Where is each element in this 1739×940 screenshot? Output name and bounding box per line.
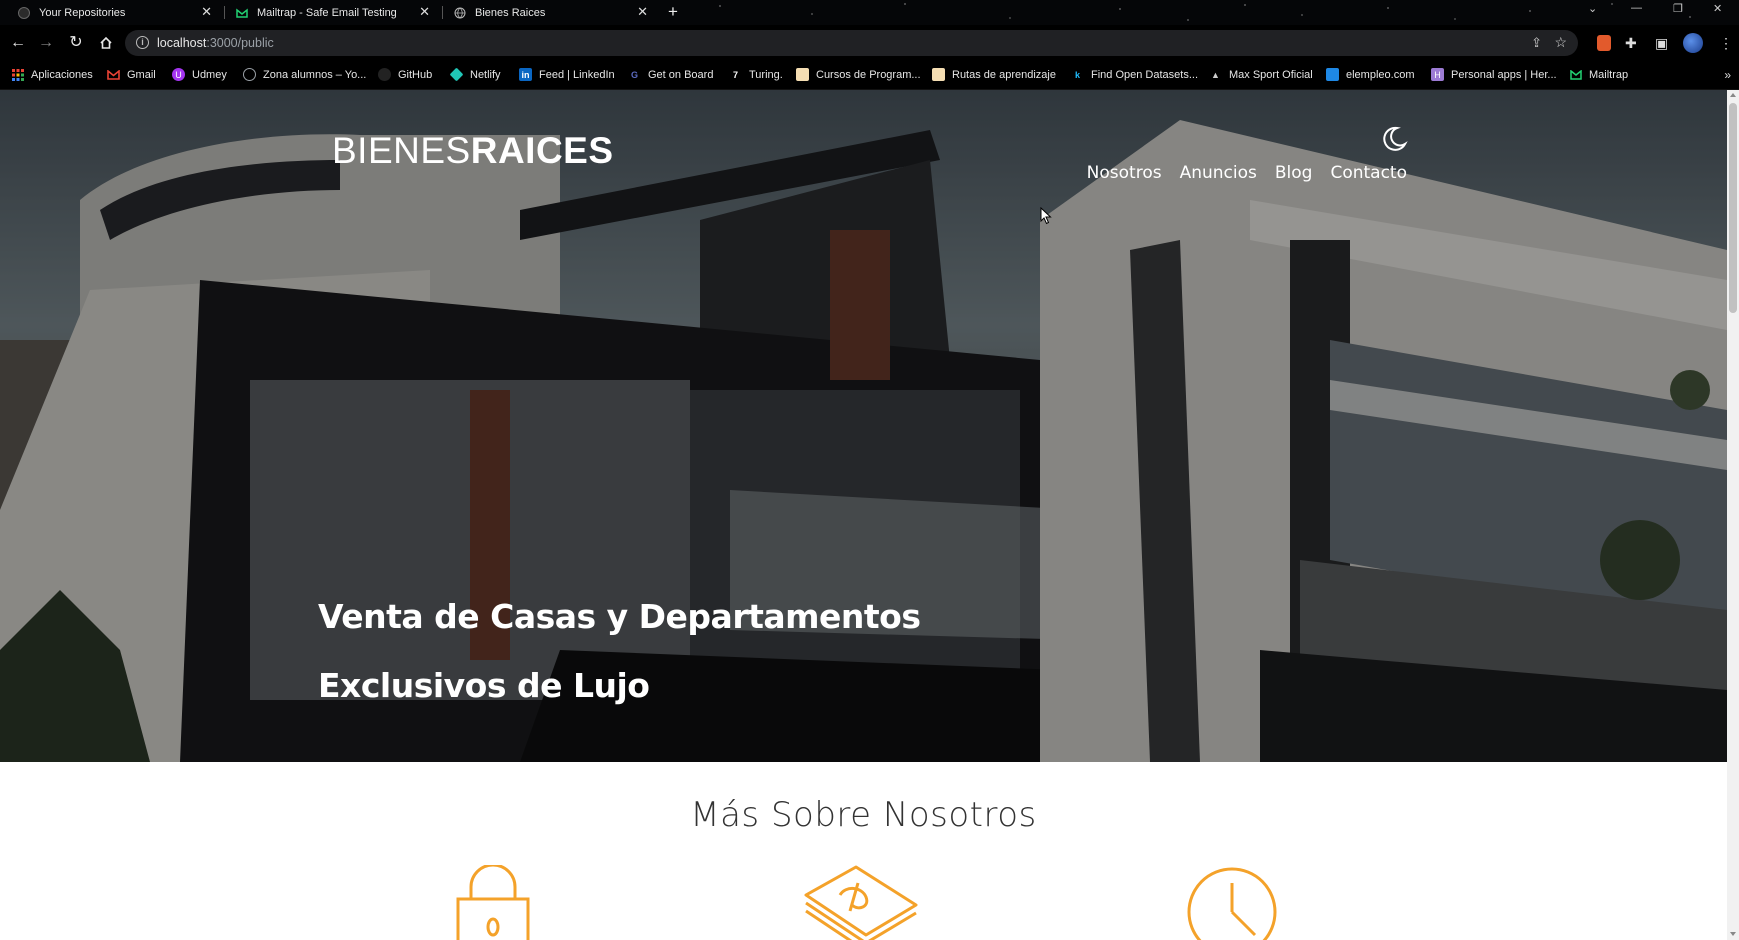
- hero-section: BIENESRAICES Nosotros Anuncios Blog Cont…: [0, 90, 1727, 762]
- maxsport-icon: ▲: [1211, 69, 1220, 80]
- dark-mode-toggle[interactable]: [1378, 124, 1408, 154]
- money-icon: [804, 865, 918, 940]
- share-icon[interactable]: ⇪: [1531, 35, 1542, 51]
- tab-title: Mailtrap - Safe Email Testing: [257, 6, 397, 19]
- bookmark-item[interactable]: G Get on Board: [628, 68, 713, 81]
- kaggle-icon: k: [1074, 69, 1080, 80]
- moon-icon: [1383, 126, 1408, 151]
- bookmark-item[interactable]: Aplicaciones: [11, 68, 93, 81]
- tab-title: Your Repositories: [39, 6, 126, 19]
- github-icon: [18, 6, 30, 19]
- bookmark-star-icon[interactable]: ☆: [1554, 34, 1567, 51]
- nav-link-nosotros[interactable]: Nosotros: [1087, 163, 1162, 183]
- close-icon[interactable]: ✕: [419, 5, 430, 19]
- nav-link-contacto[interactable]: Contacto: [1330, 163, 1407, 183]
- tab-search-icon[interactable]: ⌄: [1588, 2, 1597, 15]
- course-icon: [796, 68, 809, 81]
- tab-your-repositories[interactable]: Your Repositories ✕: [8, 0, 220, 25]
- tab-mailtrap[interactable]: Mailtrap - Safe Email Testing ✕: [226, 0, 438, 25]
- bookmark-item[interactable]: GitHub: [378, 68, 432, 81]
- scroll-up-icon[interactable]: [1730, 93, 1736, 97]
- hero-heading: Venta de Casas y Departamentos Exclusivo…: [318, 597, 921, 705]
- browser-tab-strip: Your Repositories ✕ Mailtrap - Safe Emai…: [0, 0, 1739, 25]
- tab-separator: [442, 6, 443, 19]
- heroku-icon: H: [1431, 68, 1444, 81]
- mouse-cursor-icon: [1040, 207, 1052, 225]
- menu-kebab-icon[interactable]: ⋮: [1719, 34, 1733, 52]
- section-title: Más Sobre Nosotros: [690, 795, 1037, 835]
- main-navigation: Nosotros Anuncios Blog Contacto: [1087, 163, 1407, 183]
- bookmark-item[interactable]: ▲ Max Sport Oficial: [1209, 68, 1313, 81]
- bookmark-item[interactable]: Gmail: [107, 68, 156, 81]
- close-icon[interactable]: ✕: [637, 5, 648, 19]
- tab-separator: [224, 6, 225, 19]
- reload-icon[interactable]: ↻: [66, 33, 86, 53]
- home-icon[interactable]: [96, 33, 116, 53]
- udemy-icon: U: [172, 68, 185, 81]
- bookmark-item[interactable]: Rutas de aprendizaje: [932, 68, 1056, 81]
- bookmark-item[interactable]: in Feed | LinkedIn: [519, 68, 615, 81]
- bookmark-item[interactable]: U Udmey: [172, 68, 227, 81]
- window-close-icon[interactable]: ✕: [1713, 2, 1722, 15]
- bookmarks-bar: Aplicaciones Gmail U Udmey Zona alumnos …: [0, 61, 1739, 90]
- forward-icon[interactable]: →: [36, 33, 56, 53]
- new-tab-button[interactable]: +: [668, 2, 678, 22]
- netlify-icon: [449, 67, 464, 82]
- bookmark-item[interactable]: Cursos de Program...: [796, 68, 921, 81]
- nav-link-anuncios[interactable]: Anuncios: [1180, 163, 1257, 183]
- back-icon[interactable]: ←: [8, 33, 28, 53]
- more-bookmarks-icon[interactable]: »: [1724, 68, 1731, 82]
- page-viewport: BIENESRAICES Nosotros Anuncios Blog Cont…: [0, 90, 1739, 940]
- elempleo-icon: [1326, 68, 1339, 81]
- bookmark-item[interactable]: Netlify: [449, 67, 501, 82]
- clock-icon: [1187, 867, 1277, 940]
- globe-icon: [454, 7, 466, 19]
- route-icon: [932, 68, 945, 81]
- restore-icon[interactable]: ❐: [1673, 2, 1683, 15]
- extensions-puzzle-icon[interactable]: ✚: [1625, 34, 1637, 52]
- linkedin-icon: in: [519, 68, 532, 81]
- bookmark-item[interactable]: elempleo.com: [1326, 68, 1414, 81]
- bookmark-item[interactable]: k Find Open Datasets...: [1071, 68, 1198, 81]
- bookmark-item[interactable]: 7 Turing.: [729, 68, 783, 81]
- mailtrap-icon: [236, 7, 248, 19]
- turing-icon: 7: [732, 69, 738, 80]
- bookmark-item[interactable]: Zona alumnos – Yo...: [243, 68, 366, 81]
- bookmark-item[interactable]: H Personal apps | Her...: [1431, 68, 1557, 81]
- scroll-down-icon[interactable]: [1730, 932, 1736, 936]
- lock-icon: [456, 865, 530, 940]
- page-scrollbar[interactable]: [1727, 90, 1739, 940]
- getonboard-icon: G: [630, 69, 638, 80]
- address-url[interactable]: localhost:3000/public: [157, 36, 274, 50]
- mailtrap-icon: [1569, 68, 1582, 81]
- browser-toolbar: ← → ↻ i localhost:3000/public ⇪ ☆ ✚ ▣ ⋮: [0, 25, 1739, 61]
- globe-icon: [243, 68, 256, 81]
- apps-grid-icon: [11, 68, 24, 81]
- github-icon: [378, 68, 391, 81]
- tab-title: Bienes Raices: [475, 6, 546, 19]
- address-bar[interactable]: i localhost:3000/public ⇪ ☆: [125, 30, 1578, 56]
- nav-link-blog[interactable]: Blog: [1275, 163, 1313, 183]
- tab-bienes-raices[interactable]: Bienes Raices ✕: [444, 0, 656, 25]
- gmail-icon: [107, 68, 120, 81]
- side-panel-icon[interactable]: ▣: [1655, 34, 1668, 52]
- site-info-icon[interactable]: i: [136, 36, 149, 49]
- bookmark-item[interactable]: Mailtrap: [1569, 68, 1628, 81]
- close-icon[interactable]: ✕: [201, 5, 212, 19]
- extension-icon[interactable]: [1597, 35, 1611, 51]
- site-logo[interactable]: BIENESRAICES: [332, 130, 614, 172]
- profile-avatar[interactable]: [1683, 33, 1703, 53]
- minimize-icon[interactable]: —: [1631, 2, 1642, 14]
- scrollbar-thumb[interactable]: [1729, 103, 1737, 313]
